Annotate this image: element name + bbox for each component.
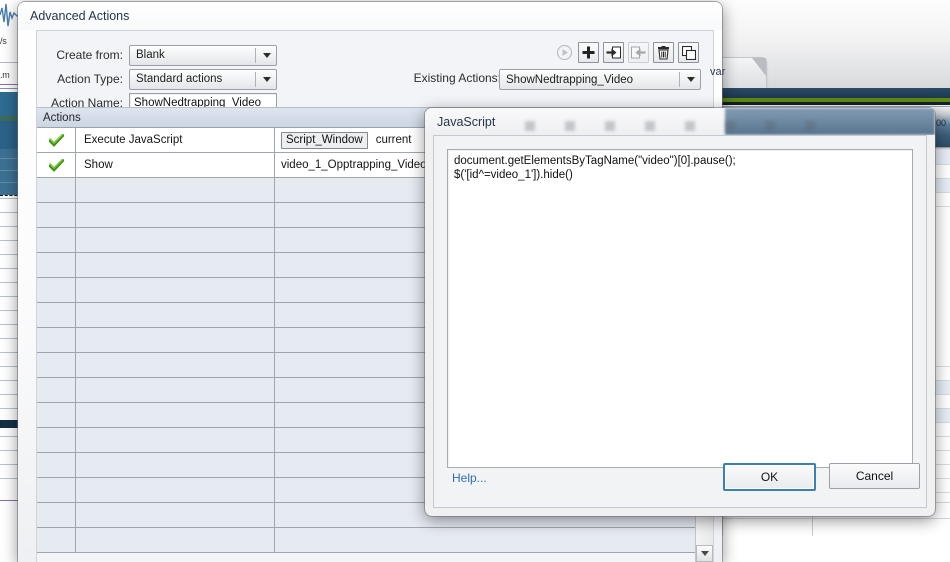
row-chip-button[interactable]: Script_Window: [281, 131, 368, 149]
action-type-divider: [255, 71, 256, 87]
row-enabled-checkmark[interactable]: [37, 428, 76, 452]
restore-icon[interactable]: [628, 42, 649, 63]
javascript-dialog-body: document.getElementsByTagName("video")[0…: [433, 135, 927, 508]
row-action-name[interactable]: [76, 478, 275, 502]
row-action-name[interactable]: [76, 203, 275, 227]
row-enabled-checkmark[interactable]: [37, 503, 76, 527]
create-from-label: Create from:: [56, 48, 123, 62]
row-enabled-checkmark[interactable]: [37, 203, 76, 227]
row-enabled-checkmark[interactable]: [37, 253, 76, 277]
create-from-divider: [255, 47, 256, 63]
row-enabled-checkmark[interactable]: [37, 303, 76, 327]
chevron-down-icon[interactable]: [257, 46, 276, 65]
actions-toolbar: [555, 42, 699, 63]
background-strip-label-2: .m: [0, 70, 10, 80]
preview-icon[interactable]: [555, 43, 574, 62]
advanced-actions-titlebar[interactable]: Advanced Actions: [18, 2, 722, 30]
row-action-name[interactable]: [76, 303, 275, 327]
row-enabled-checkmark[interactable]: [37, 278, 76, 302]
row-enabled-checkmark[interactable]: [37, 153, 76, 177]
table-row-empty[interactable]: [37, 528, 713, 553]
action-type-label: Action Type:: [57, 72, 123, 86]
row-action-name[interactable]: [76, 378, 275, 402]
existing-actions-divider: [679, 72, 680, 87]
row-action-name[interactable]: [76, 353, 275, 377]
row-action-name[interactable]: [76, 278, 275, 302]
row-action-name[interactable]: [76, 328, 275, 352]
row-action-name[interactable]: Show: [76, 153, 275, 177]
javascript-code-editor[interactable]: document.getElementsByTagName("video")[0…: [447, 149, 913, 468]
action-type-value: Standard actions: [136, 73, 223, 85]
row-enabled-checkmark[interactable]: [37, 178, 76, 202]
row-action-name[interactable]: [76, 253, 275, 277]
javascript-dialog-titlebar[interactable]: JavaScript: [425, 108, 935, 135]
action-type-select[interactable]: Standard actions: [129, 68, 277, 90]
row-action-name[interactable]: [76, 178, 275, 202]
help-link[interactable]: Help...: [452, 471, 487, 485]
row-enabled-checkmark[interactable]: [37, 478, 76, 502]
row-action-name[interactable]: [76, 403, 275, 427]
javascript-dialog-title: JavaScript: [437, 114, 496, 129]
scroll-down-icon[interactable]: [696, 545, 713, 562]
row-enabled-checkmark[interactable]: [37, 228, 76, 252]
row-enabled-checkmark[interactable]: [37, 453, 76, 477]
existing-actions-value: ShowNedtrapping_Video: [506, 73, 634, 86]
row-action-name[interactable]: Execute JavaScript: [76, 128, 275, 152]
duplicate-icon[interactable]: [678, 42, 699, 63]
row-action-name[interactable]: [76, 228, 275, 252]
javascript-code-text: document.getElementsByTagName("video")[0…: [454, 155, 736, 181]
existing-actions-select[interactable]: ShowNedtrapping_Video: [499, 69, 701, 90]
row-action-value[interactable]: [275, 528, 713, 552]
advanced-actions-form: Create from: Blank Action Type: Standard…: [37, 31, 713, 114]
row-enabled-checkmark[interactable]: [37, 328, 76, 352]
row-action-name[interactable]: [76, 453, 275, 477]
delete-icon[interactable]: [653, 42, 674, 63]
background-tab-label: var: [710, 66, 726, 78]
existing-actions-label: Existing Actions:: [413, 71, 501, 85]
row-value-text: current: [375, 134, 412, 146]
actions-column-header: Actions: [43, 111, 81, 124]
row-enabled-checkmark[interactable]: [37, 528, 76, 552]
cancel-button[interactable]: Cancel: [829, 463, 920, 489]
row-enabled-checkmark[interactable]: [37, 403, 76, 427]
row-enabled-checkmark[interactable]: [37, 353, 76, 377]
row-value-text: video_1_Opptrapping_Video: [281, 159, 427, 171]
row-action-name[interactable]: [76, 528, 275, 552]
chevron-down-icon[interactable]: [257, 70, 276, 89]
row-action-name[interactable]: [76, 503, 275, 527]
titlebar-blurred-content: [525, 121, 815, 131]
save-as-icon[interactable]: [603, 42, 624, 63]
javascript-dialog-footer: Help... OK Cancel: [434, 451, 926, 507]
background-ruler-label: 00: [935, 118, 946, 128]
javascript-dialog: JavaScript document.getElementsByTagName…: [425, 108, 935, 516]
row-enabled-checkmark[interactable]: [37, 378, 76, 402]
chevron-down-icon[interactable]: [681, 70, 700, 89]
row-action-name[interactable]: [76, 428, 275, 452]
background-strip-label-1: /s: [0, 36, 7, 46]
advanced-actions-title: Advanced Actions: [30, 9, 130, 23]
ok-button[interactable]: OK: [723, 463, 816, 491]
waveform-icon: [0, 3, 20, 27]
create-from-value: Blank: [136, 49, 165, 61]
add-icon[interactable]: [578, 42, 599, 63]
row-enabled-checkmark[interactable]: [37, 128, 76, 152]
create-from-select[interactable]: Blank: [129, 44, 277, 66]
